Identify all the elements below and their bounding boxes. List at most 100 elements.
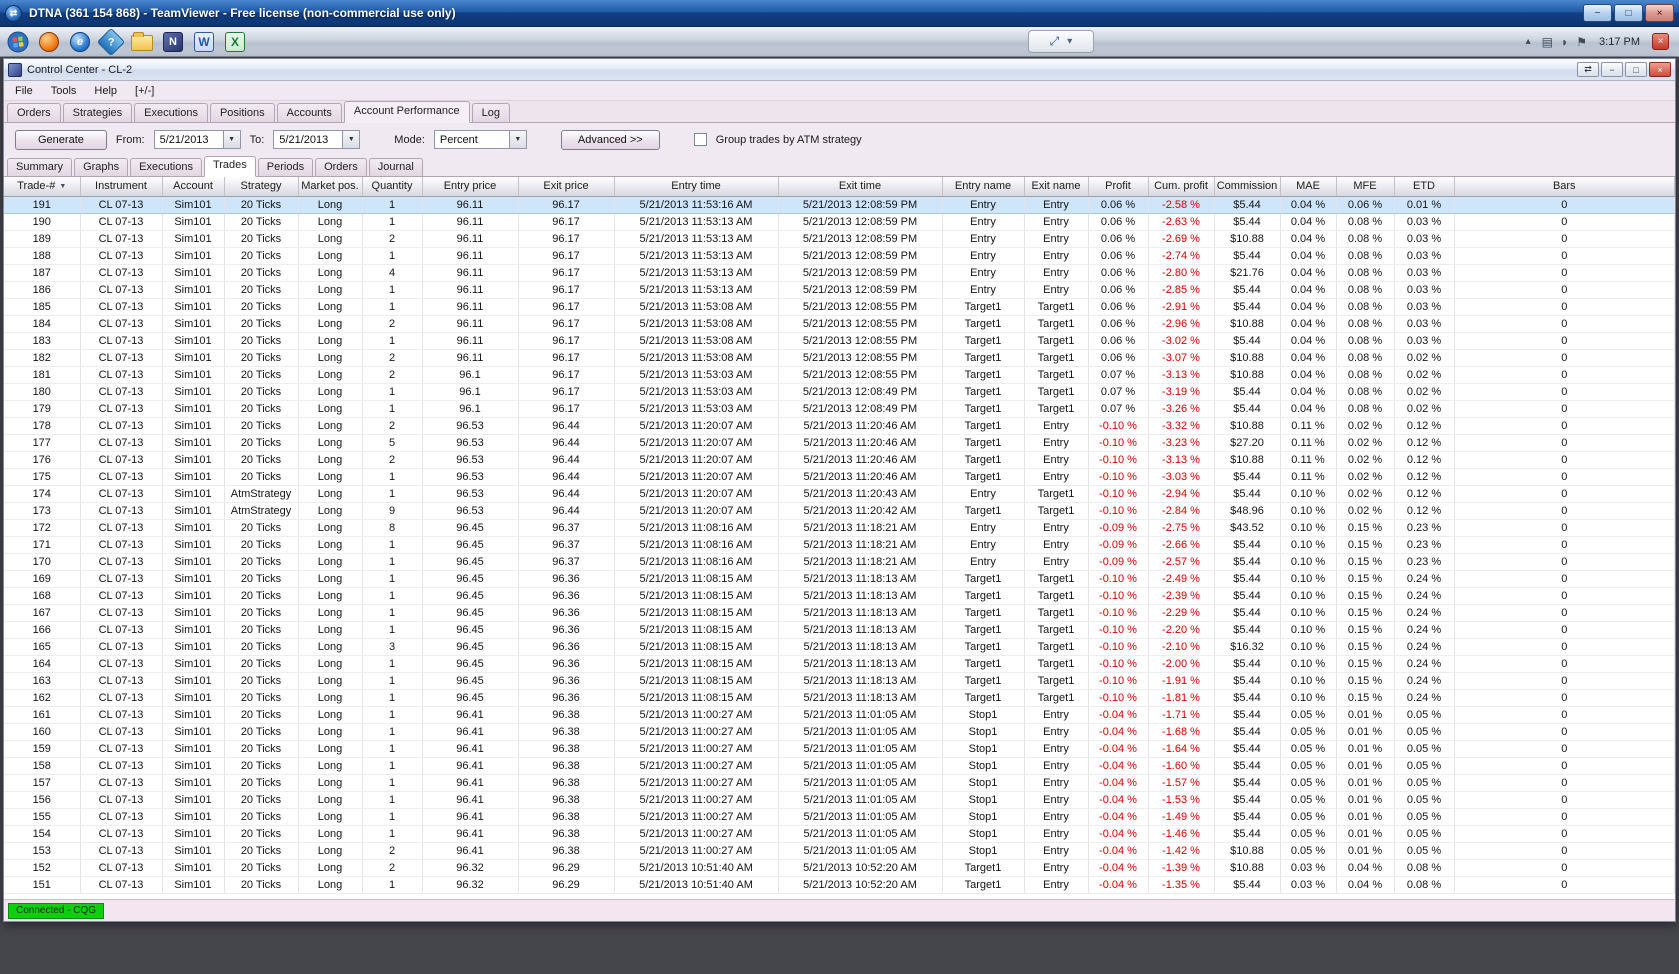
window-titlebar[interactable]: Control Center - CL-2 ⇄ − □ × — [4, 59, 1675, 81]
tab-executions[interactable]: Executions — [134, 103, 208, 122]
table-row[interactable]: 179 CL 07-13 Sim101 20 Ticks Long 1 96.1 96.17 5… — [4, 400, 1675, 418]
quicklaunch-explorer[interactable] — [130, 30, 154, 54]
quicklaunch-internet-explorer[interactable]: e — [68, 30, 92, 54]
table-row[interactable]: 166 CL 07-13 Sim101 20 Ticks Long 1 96.45 96.36… — [4, 621, 1675, 639]
table-row[interactable]: 167 CL 07-13 Sim101 20 Ticks Long 1 96.45 96.36… — [4, 604, 1675, 622]
table-row[interactable]: 178 CL 07-13 Sim101 20 Ticks Long 2 96.53 96.44… — [4, 417, 1675, 435]
display-tray-icon[interactable]: ▤ — [1542, 35, 1553, 49]
table-row[interactable]: 184 CL 07-13 Sim101 20 Ticks Long 2 96.11 96.17… — [4, 315, 1675, 333]
table-row[interactable]: 181 CL 07-13 Sim101 20 Ticks Long 2 96.1 96.17 5… — [4, 366, 1675, 384]
from-calendar-dropdown-icon[interactable]: ▼ — [222, 131, 240, 148]
column-header-account[interactable]: Account — [162, 177, 225, 197]
close-button[interactable]: × — [1645, 4, 1674, 22]
column-header-profit[interactable]: Profit — [1088, 177, 1149, 197]
menu-expand-collapse[interactable]: [+/-] — [126, 83, 163, 99]
column-header-etd[interactable]: ETD — [1394, 177, 1455, 197]
table-row[interactable]: 156 CL 07-13 Sim101 20 Ticks Long 1 96.41 96.38… — [4, 791, 1675, 809]
table-row[interactable]: 157 CL 07-13 Sim101 20 Ticks Long 1 96.41 96.38… — [4, 774, 1675, 792]
quicklaunch-ninjatrader[interactable]: N — [161, 30, 185, 54]
table-row[interactable]: 180 CL 07-13 Sim101 20 Ticks Long 1 96.1 96.17 5… — [4, 383, 1675, 401]
table-row[interactable]: 164 CL 07-13 Sim101 20 Ticks Long 1 96.45 96.36… — [4, 655, 1675, 673]
subtab-periods[interactable]: Periods — [257, 158, 314, 176]
to-calendar-dropdown-icon[interactable]: ▼ — [342, 131, 360, 148]
generate-button[interactable]: Generate — [15, 129, 107, 150]
table-row[interactable]: 159 CL 07-13 Sim101 20 Ticks Long 1 96.41 96.38… — [4, 740, 1675, 758]
tab-account-performance[interactable]: Account Performance — [343, 101, 470, 123]
taskbar-clock[interactable]: 3:17 PM — [1595, 36, 1644, 48]
table-row[interactable]: 170 CL 07-13 Sim101 20 Ticks Long 1 96.45 96.37… — [4, 553, 1675, 571]
table-row[interactable]: 168 CL 07-13 Sim101 20 Ticks Long 1 96.45 96.36… — [4, 587, 1675, 605]
minimize-button[interactable]: − — [1583, 4, 1612, 22]
table-row[interactable]: 173 CL 07-13 Sim101 AtmStrategy Long 9 96.53 96… — [4, 502, 1675, 520]
table-row[interactable]: 162 CL 07-13 Sim101 20 Ticks Long 1 96.45 96.36… — [4, 689, 1675, 707]
table-row[interactable]: 155 CL 07-13 Sim101 20 Ticks Long 1 96.41 96.38… — [4, 808, 1675, 826]
column-header-instrument[interactable]: Instrument — [80, 177, 163, 197]
tab-orders[interactable]: Orders — [7, 103, 61, 122]
table-row[interactable]: 172 CL 07-13 Sim101 20 Ticks Long 8 96.45 96.37… — [4, 519, 1675, 537]
subtab-trades[interactable]: Trades — [203, 156, 256, 177]
table-row[interactable]: 163 CL 07-13 Sim101 20 Ticks Long 1 96.45 96.36… — [4, 672, 1675, 690]
table-row[interactable]: 189 CL 07-13 Sim101 20 Ticks Long 2 96.11 96.17… — [4, 230, 1675, 248]
column-header-strategy[interactable]: Strategy — [224, 177, 299, 197]
table-row[interactable]: 191 CL 07-13 Sim101 20 Ticks Long 1 96.11 96.17… — [4, 196, 1675, 214]
start-button[interactable] — [6, 30, 30, 54]
table-row[interactable]: 152 CL 07-13 Sim101 20 Ticks Long 2 96.32 96.29… — [4, 859, 1675, 877]
subtab-journal[interactable]: Journal — [368, 158, 423, 176]
table-row[interactable]: 188 CL 07-13 Sim101 20 Ticks Long 1 96.11 96.17… — [4, 247, 1675, 265]
column-header-market-pos-[interactable]: Market pos. — [298, 177, 363, 197]
from-date-picker[interactable]: 5/21/2013 ▼ — [153, 130, 241, 149]
column-header-bars[interactable]: Bars — [1454, 177, 1675, 197]
column-header-mfe[interactable]: MFE — [1336, 177, 1395, 197]
window-minimize-button[interactable]: − — [1601, 62, 1623, 77]
window-maximize-button[interactable]: □ — [1625, 62, 1647, 77]
table-row[interactable]: 161 CL 07-13 Sim101 20 Ticks Long 1 96.41 96.38… — [4, 706, 1675, 724]
advanced-button[interactable]: Advanced >> — [560, 129, 660, 150]
subtab-executions[interactable]: Executions — [130, 158, 202, 176]
tab-positions[interactable]: Positions — [209, 103, 275, 122]
quicklaunch-word[interactable]: W — [192, 30, 216, 54]
table-row[interactable]: 160 CL 07-13 Sim101 20 Ticks Long 1 96.41 96.38… — [4, 723, 1675, 741]
tab-log[interactable]: Log — [471, 103, 510, 122]
menu-tools[interactable]: Tools — [42, 83, 86, 99]
subtab-graphs[interactable]: Graphs — [74, 158, 129, 176]
table-row[interactable]: 187 CL 07-13 Sim101 20 Ticks Long 4 96.11 96.17… — [4, 264, 1675, 282]
column-header-entry-name[interactable]: Entry name — [942, 177, 1025, 197]
table-row[interactable]: 190 CL 07-13 Sim101 20 Ticks Long 1 96.11 96.17… — [4, 213, 1675, 231]
table-row[interactable]: 182 CL 07-13 Sim101 20 Ticks Long 2 96.11 96.17… — [4, 349, 1675, 367]
table-row[interactable]: 158 CL 07-13 Sim101 20 Ticks Long 1 96.41 96.38… — [4, 757, 1675, 775]
tab-accounts[interactable]: Accounts — [276, 103, 342, 122]
column-header-exit-time[interactable]: Exit time — [778, 177, 943, 197]
mode-select[interactable]: Percent ▼ — [433, 130, 527, 149]
table-row[interactable]: 185 CL 07-13 Sim101 20 Ticks Long 1 96.11 96.17… — [4, 298, 1675, 316]
quicklaunch-help[interactable]: ? — [96, 27, 126, 56]
column-header-quantity[interactable]: Quantity — [362, 177, 423, 197]
table-row[interactable]: 151 CL 07-13 Sim101 20 Ticks Long 1 96.32 96.29… — [4, 876, 1675, 894]
table-row[interactable]: 171 CL 07-13 Sim101 20 Ticks Long 1 96.45 96.37… — [4, 536, 1675, 554]
table-row[interactable]: 177 CL 07-13 Sim101 20 Ticks Long 5 96.53 96.44… — [4, 434, 1675, 452]
column-header-commission[interactable]: Commission — [1214, 177, 1281, 197]
column-header-trade-[interactable]: Trade-# ▼ — [4, 177, 81, 197]
menu-file[interactable]: File — [6, 83, 42, 99]
table-row[interactable]: 165 CL 07-13 Sim101 20 Ticks Long 3 96.45 96.36… — [4, 638, 1675, 656]
table-row[interactable]: 174 CL 07-13 Sim101 AtmStrategy Long 1 96.53 96… — [4, 485, 1675, 503]
subtab-orders[interactable]: Orders — [315, 158, 367, 176]
teamviewer-panel-handle[interactable]: ⤢ ▾ — [1028, 30, 1094, 53]
column-header-mae[interactable]: MAE — [1280, 177, 1337, 197]
session-close-button[interactable]: × — [1652, 33, 1669, 50]
table-row[interactable]: 186 CL 07-13 Sim101 20 Ticks Long 1 96.11 96.17… — [4, 281, 1675, 299]
mode-dropdown-icon[interactable]: ▼ — [508, 131, 526, 148]
column-header-exit-name[interactable]: Exit name — [1024, 177, 1089, 197]
column-header-exit-price[interactable]: Exit price — [518, 177, 615, 197]
table-row[interactable]: 176 CL 07-13 Sim101 20 Ticks Long 2 96.53 96.44… — [4, 451, 1675, 469]
menu-help[interactable]: Help — [85, 83, 126, 99]
window-link-button[interactable]: ⇄ — [1577, 62, 1599, 77]
column-header-cum-profit[interactable]: Cum. profit — [1148, 177, 1215, 197]
table-row[interactable]: 153 CL 07-13 Sim101 20 Ticks Long 2 96.41 96.38… — [4, 842, 1675, 860]
table-row[interactable]: 154 CL 07-13 Sim101 20 Ticks Long 1 96.41 96.38… — [4, 825, 1675, 843]
to-date-picker[interactable]: 5/21/2013 ▼ — [273, 130, 361, 149]
subtab-summary[interactable]: Summary — [7, 158, 73, 176]
table-row[interactable]: 175 CL 07-13 Sim101 20 Ticks Long 1 96.53 96.44… — [4, 468, 1675, 486]
maximize-button[interactable]: □ — [1614, 4, 1643, 22]
tab-strategies[interactable]: Strategies — [62, 103, 133, 122]
window-close-button[interactable]: × — [1649, 62, 1671, 77]
